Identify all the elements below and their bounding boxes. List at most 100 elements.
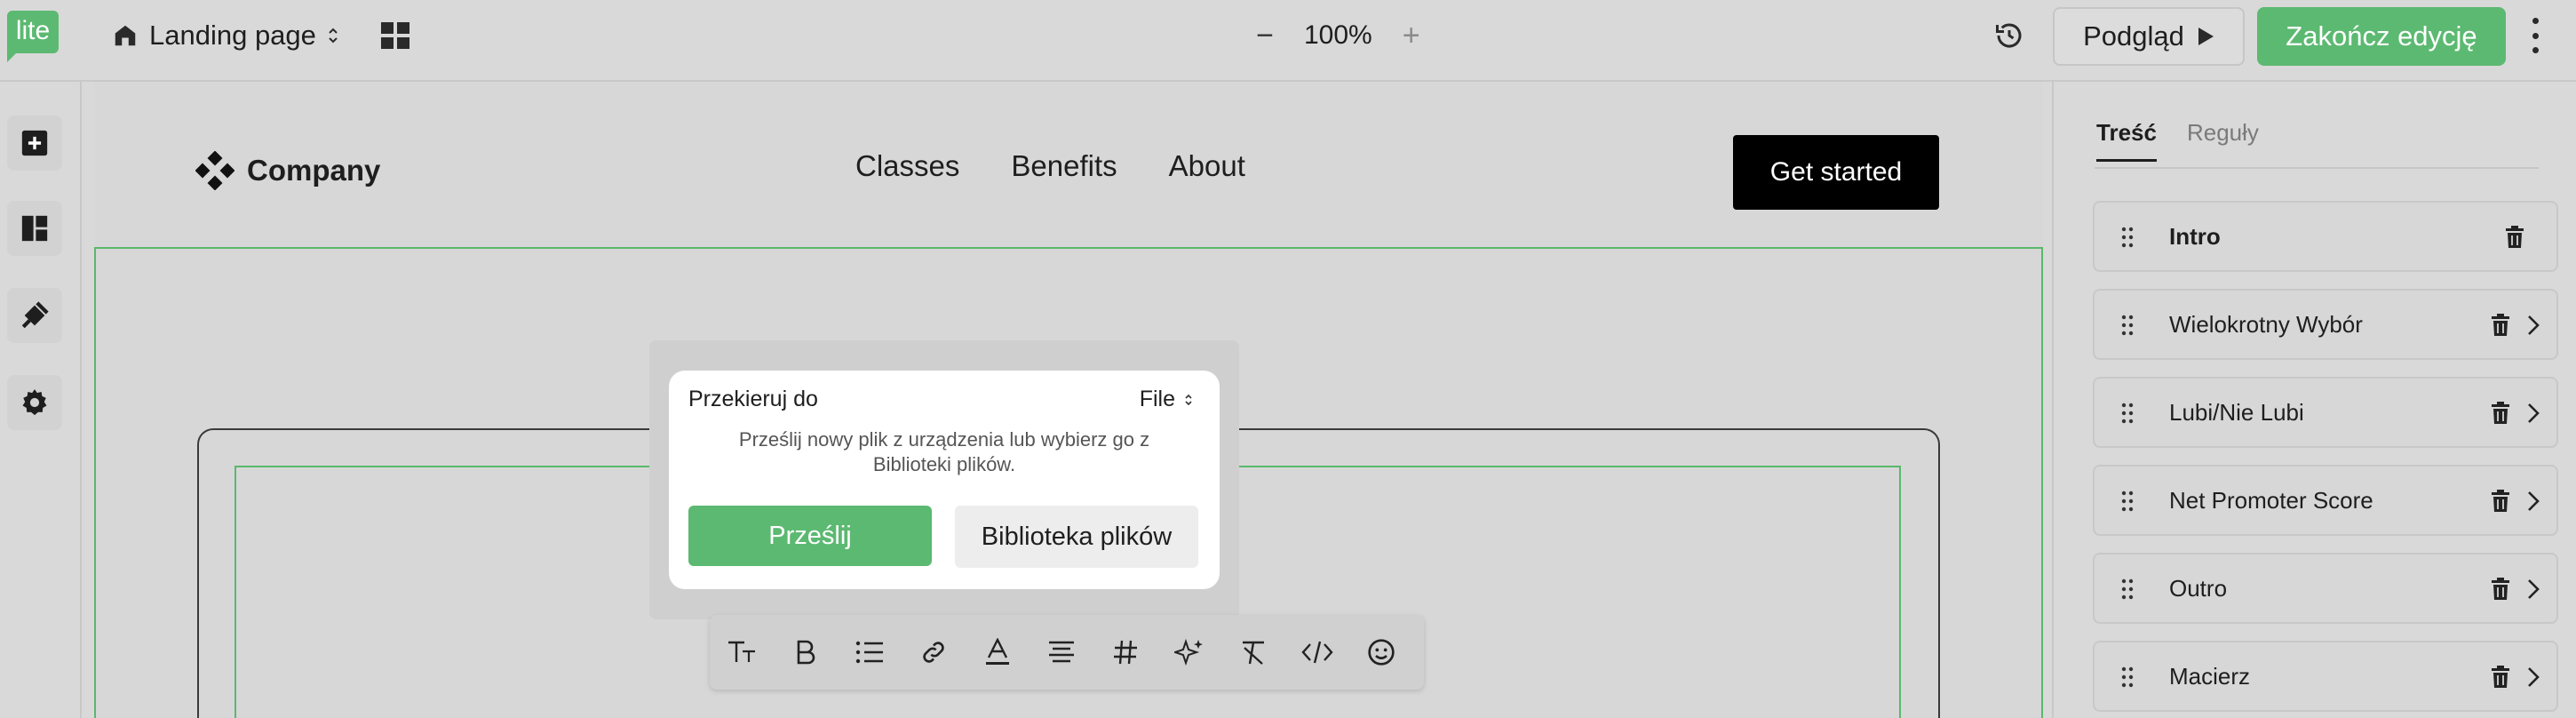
diamond-logo-icon xyxy=(195,151,235,190)
tabs-divider xyxy=(2095,167,2539,169)
layout-icon xyxy=(21,215,48,242)
upload-button[interactable]: Prześlij xyxy=(688,506,932,566)
drag-handle-icon[interactable] xyxy=(2121,227,2134,248)
chevron-right-icon[interactable] xyxy=(2526,666,2540,689)
redirect-label: Przekieruj do xyxy=(688,387,818,411)
chevron-right-icon[interactable] xyxy=(2526,402,2540,425)
drag-handle-icon[interactable] xyxy=(2121,403,2134,424)
list-icon xyxy=(855,641,883,664)
drag-handle-icon[interactable] xyxy=(2121,578,2134,600)
list-item[interactable]: Macierz xyxy=(2093,641,2558,712)
hashtag-icon xyxy=(1114,640,1137,665)
finish-editing-button[interactable]: Zakończ edycję xyxy=(2257,7,2506,66)
align-button[interactable] xyxy=(1046,636,1077,668)
trash-icon[interactable] xyxy=(2505,226,2524,249)
chevron-right-icon[interactable] xyxy=(2526,314,2540,337)
link-type-value: File xyxy=(1139,387,1175,411)
chevron-right-icon[interactable] xyxy=(2526,578,2540,601)
history-button[interactable] xyxy=(1993,20,2025,52)
list-item-label: Outro xyxy=(2169,574,2228,602)
nav-link-classes[interactable]: Classes xyxy=(855,149,959,183)
theme-button[interactable] xyxy=(7,288,62,343)
list-item-label: Lubi/Nie Lubi xyxy=(2169,398,2304,426)
link-button[interactable] xyxy=(918,636,950,668)
ai-sparkle-button[interactable] xyxy=(1173,636,1205,668)
drag-handle-icon[interactable] xyxy=(2121,491,2134,512)
text-size-button[interactable] xyxy=(726,636,758,668)
link-icon xyxy=(923,642,944,663)
popup-description: Prześlij nowy plik z urządzenia lub wybi… xyxy=(738,428,1150,475)
add-block-button[interactable] xyxy=(7,116,62,171)
list-item-label: Macierz xyxy=(2169,662,2251,690)
plus-square-icon xyxy=(21,130,48,156)
list-item[interactable]: Net Promoter Score xyxy=(2093,465,2558,536)
right-panel: Treść Reguły Intro Wielokrotny Wybór Lub… xyxy=(2052,82,2576,718)
trash-icon[interactable] xyxy=(2491,490,2510,513)
zoom-out-button[interactable]: − xyxy=(1252,19,1277,53)
align-center-icon xyxy=(1049,641,1074,663)
panel-tabs: Treść Reguły xyxy=(2096,119,2259,162)
text-format-toolbar xyxy=(710,615,1424,690)
paint-brush-icon xyxy=(21,301,49,329)
settings-button[interactable] xyxy=(7,375,62,430)
preview-label: Podgląd xyxy=(2083,20,2184,52)
emoji-button[interactable] xyxy=(1365,636,1397,668)
drag-handle-icon[interactable] xyxy=(2121,315,2134,336)
text-color-button[interactable] xyxy=(982,636,1014,668)
tab-content[interactable]: Treść xyxy=(2096,119,2157,162)
pages-grid-button[interactable] xyxy=(380,21,410,50)
tab-rules[interactable]: Reguły xyxy=(2187,119,2259,162)
text-size-icon xyxy=(728,641,755,662)
preview-button[interactable]: Podgląd xyxy=(2053,7,2245,66)
link-popup: Przekieruj do File Prześlij nowy plik z … xyxy=(649,340,1239,619)
list-item[interactable]: Outro xyxy=(2093,553,2558,624)
site-header: Company Classes Benefits About Get start… xyxy=(94,82,2043,247)
file-library-button[interactable]: Biblioteka plików xyxy=(955,506,1198,568)
clear-format-icon xyxy=(1243,641,1264,665)
clear-format-button[interactable] xyxy=(1237,636,1269,668)
sparkle-icon xyxy=(1174,638,1203,666)
left-sidebar xyxy=(0,82,82,718)
site-brand[interactable]: Company xyxy=(195,151,380,190)
get-started-button[interactable]: Get started xyxy=(1733,135,1939,210)
list-item[interactable]: Wielokrotny Wybór xyxy=(2093,289,2558,360)
site-nav: Classes Benefits About xyxy=(855,149,1245,183)
bold-icon xyxy=(797,640,815,665)
more-options-icon[interactable] xyxy=(2528,18,2542,53)
list-item[interactable]: Intro xyxy=(2093,201,2558,272)
code-button[interactable] xyxy=(1301,636,1333,668)
hashtag-button[interactable] xyxy=(1109,636,1141,668)
brand-name: Company xyxy=(247,154,381,187)
code-icon xyxy=(1301,641,1333,664)
sort-arrows-icon xyxy=(1185,394,1192,405)
nav-link-benefits[interactable]: Benefits xyxy=(1011,149,1117,183)
list-item-label: Intro xyxy=(2169,222,2221,250)
drag-handle-icon[interactable] xyxy=(2121,666,2134,688)
page-selector[interactable]: Landing page xyxy=(112,16,339,55)
zoom-level: 100% xyxy=(1304,20,1372,50)
bold-button[interactable] xyxy=(790,636,822,668)
trash-icon[interactable] xyxy=(2491,666,2510,689)
trash-icon[interactable] xyxy=(2491,314,2510,337)
link-type-select[interactable]: File xyxy=(1140,387,1193,412)
top-bar: lite Landing page − 100% + Podgląd Zakoń… xyxy=(0,0,2576,82)
home-icon xyxy=(115,25,136,46)
list-item[interactable]: Lubi/Nie Lubi xyxy=(2093,377,2558,448)
page-name: Landing page xyxy=(149,20,316,51)
sort-arrows-icon xyxy=(329,28,338,44)
list-item-label: Net Promoter Score xyxy=(2169,486,2373,514)
nav-link-about[interactable]: About xyxy=(1169,149,1245,183)
app-logo[interactable]: lite xyxy=(7,11,59,62)
history-icon xyxy=(1996,23,2022,48)
layout-button[interactable] xyxy=(7,201,62,256)
zoom-control: − 100% + xyxy=(1252,16,1424,55)
trash-icon[interactable] xyxy=(2491,402,2510,425)
list-button[interactable] xyxy=(854,636,886,668)
zoom-in-button[interactable]: + xyxy=(1399,19,1424,53)
text-color-icon xyxy=(986,638,1009,665)
grid-icon xyxy=(381,22,409,49)
gear-icon xyxy=(22,389,47,416)
trash-icon[interactable] xyxy=(2491,578,2510,601)
block-list: Intro Wielokrotny Wybór Lubi/Nie Lubi Ne… xyxy=(2093,201,2558,718)
chevron-right-icon[interactable] xyxy=(2526,490,2540,513)
